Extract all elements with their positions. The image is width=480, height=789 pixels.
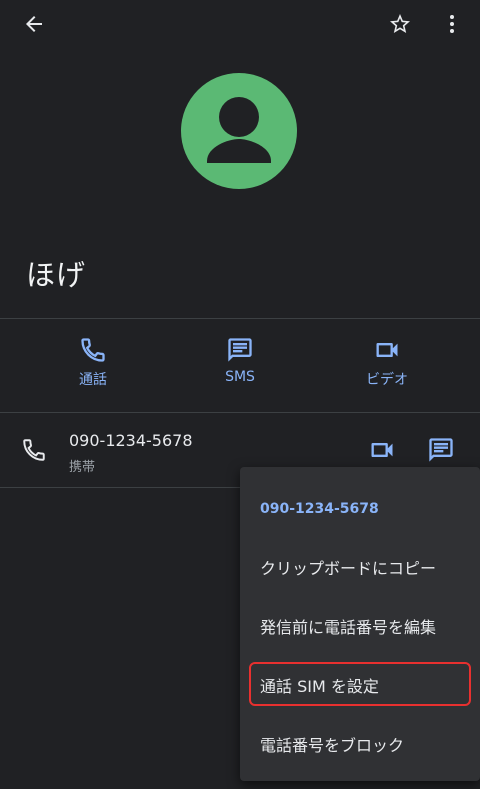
send-sms-button[interactable] [423, 432, 459, 468]
phone-icon [81, 338, 105, 362]
call-action-label: 通話 [79, 372, 107, 388]
menu-item-label: 発信前に電話番号を編集 [260, 618, 437, 637]
video-call-button[interactable] [364, 432, 400, 468]
phone-number: 090-1234-5678 [69, 431, 193, 450]
menu-item-label: 通話 SIM を設定 [260, 677, 379, 696]
favorite-button[interactable] [382, 6, 418, 42]
menu-item-label: 電話番号をブロック [260, 736, 405, 755]
sms-action-label: SMS [225, 369, 255, 385]
phone-icon [23, 439, 45, 461]
phone-type: 携帯 [69, 460, 96, 475]
menu-item-block-number[interactable]: 電話番号をブロック [240, 717, 480, 769]
message-icon [429, 438, 453, 462]
menu-item-label: クリップボードにコピー [260, 559, 437, 578]
person-icon [207, 97, 271, 163]
menu-item-set-call-sim[interactable]: 通話 SIM を設定 [240, 658, 480, 710]
context-menu: 090-1234-5678 クリップボードにコピー 発信前に電話番号を編集 通話… [240, 467, 480, 781]
contact-name: ほげ [26, 258, 87, 292]
menu-item-copy[interactable]: クリップボードにコピー [240, 540, 480, 592]
more-options-button[interactable] [434, 6, 470, 42]
call-action-button[interactable]: 通話 [33, 336, 153, 396]
back-button[interactable] [16, 6, 52, 42]
avatar [181, 73, 297, 189]
top-app-bar [0, 0, 480, 52]
star-outline-icon [390, 14, 410, 33]
message-icon [228, 338, 252, 362]
videocam-icon [371, 443, 393, 457]
sms-action-button[interactable]: SMS [180, 336, 300, 396]
divider [0, 487, 240, 488]
menu-item-edit-before-call[interactable]: 発信前に電話番号を編集 [240, 599, 480, 651]
menu-header: 090-1234-5678 [260, 501, 379, 517]
videocam-icon [376, 343, 398, 357]
divider [0, 318, 480, 319]
video-action-label: ビデオ [366, 372, 408, 388]
more-vert-icon [450, 15, 454, 33]
arrow-back-icon [26, 16, 42, 32]
video-action-button[interactable]: ビデオ [327, 336, 447, 396]
